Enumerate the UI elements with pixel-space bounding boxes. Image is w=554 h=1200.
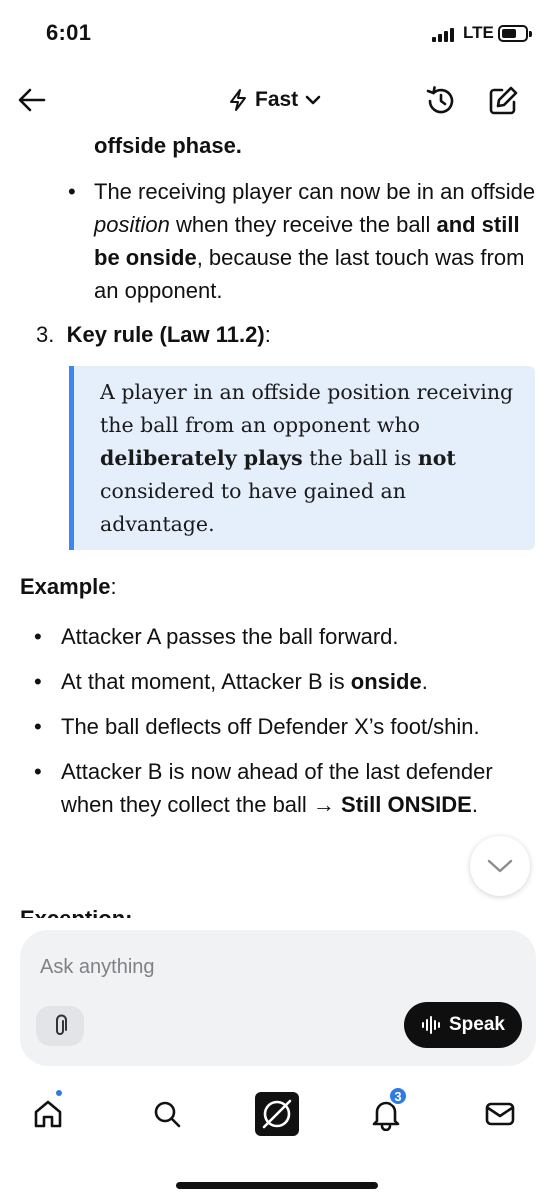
item-number: 3.: [36, 322, 55, 347]
list-item: • The ball deflects off Defender X’s foo…: [34, 710, 534, 743]
tab-search[interactable]: [147, 1094, 187, 1134]
partial-text-top: offside phase.: [94, 133, 242, 158]
tab-home[interactable]: [28, 1088, 68, 1134]
model-mode-selector[interactable]: Fast: [227, 84, 322, 116]
chat-header: Fast: [0, 70, 554, 130]
home-indicator: [176, 1182, 378, 1189]
section-heading: Example:: [20, 574, 117, 599]
tab-grok[interactable]: [255, 1092, 299, 1136]
attach-button[interactable]: [36, 1006, 84, 1046]
bullet-dot: •: [34, 624, 42, 649]
notification-badge: 3: [388, 1086, 408, 1106]
paperclip-icon: [56, 1014, 67, 1035]
chat-response: offside phase. • The receiving player ca…: [0, 130, 554, 918]
speak-label: Speak: [449, 1014, 505, 1035]
list-item-text: The receiving player can now be in an of…: [94, 179, 536, 303]
edit-icon: [489, 86, 518, 115]
chevron-down-icon: [487, 859, 513, 873]
composer: Speak: [20, 930, 536, 1066]
bullet-dot: •: [34, 669, 42, 694]
history-button[interactable]: [422, 82, 460, 120]
blockquote: A player in an offside position receivin…: [69, 366, 535, 550]
battery-icon: [498, 25, 532, 42]
mail-icon: [485, 1102, 515, 1126]
signal-icon: [432, 28, 458, 42]
bullet-dot: •: [34, 714, 42, 739]
chevron-down-icon: [305, 95, 321, 105]
status-time: 6:01: [46, 20, 92, 45]
tab-messages[interactable]: [480, 1094, 520, 1134]
arrow-left-icon: [18, 88, 46, 112]
list-item: • Attacker B is now ahead of the last de…: [34, 755, 534, 821]
bullet-dot: •: [68, 179, 76, 204]
new-chat-button[interactable]: [484, 82, 522, 120]
lightning-icon: [230, 89, 246, 111]
voice-wave-icon: [422, 1016, 440, 1034]
bottom-tab-bar: 3: [0, 1080, 554, 1144]
item-heading: Key rule (Law 11.2): [66, 322, 265, 347]
network-label: LTE: [463, 23, 494, 42]
numbered-item: 3. Key rule (Law 11.2):: [36, 322, 271, 347]
quote-text: A player in an offside position receivin…: [100, 380, 514, 536]
home-icon: [34, 1100, 62, 1128]
tab-notifications[interactable]: 3: [366, 1086, 408, 1134]
speak-button[interactable]: Speak: [404, 1002, 522, 1048]
ask-input[interactable]: [40, 952, 510, 982]
example-list: • Attacker A passes the ball forward. • …: [34, 620, 534, 833]
bullet-dot: •: [34, 759, 42, 784]
list-item: • Attacker A passes the ball forward.: [34, 620, 534, 653]
mode-label: Fast: [255, 88, 299, 111]
partial-text-bottom: Exception:: [20, 906, 132, 918]
back-button[interactable]: [14, 82, 50, 118]
home-notification-dot: [54, 1088, 64, 1098]
list-item: • The receiving player can now be in an …: [68, 175, 538, 307]
history-icon: [426, 86, 454, 114]
scroll-down-button[interactable]: [470, 836, 530, 896]
status-bar: 6:01 LTE: [0, 0, 554, 70]
list-item: • At that moment, Attacker B is onside.: [34, 665, 534, 698]
grok-logo-icon: [255, 1092, 299, 1136]
search-icon: [154, 1101, 181, 1128]
